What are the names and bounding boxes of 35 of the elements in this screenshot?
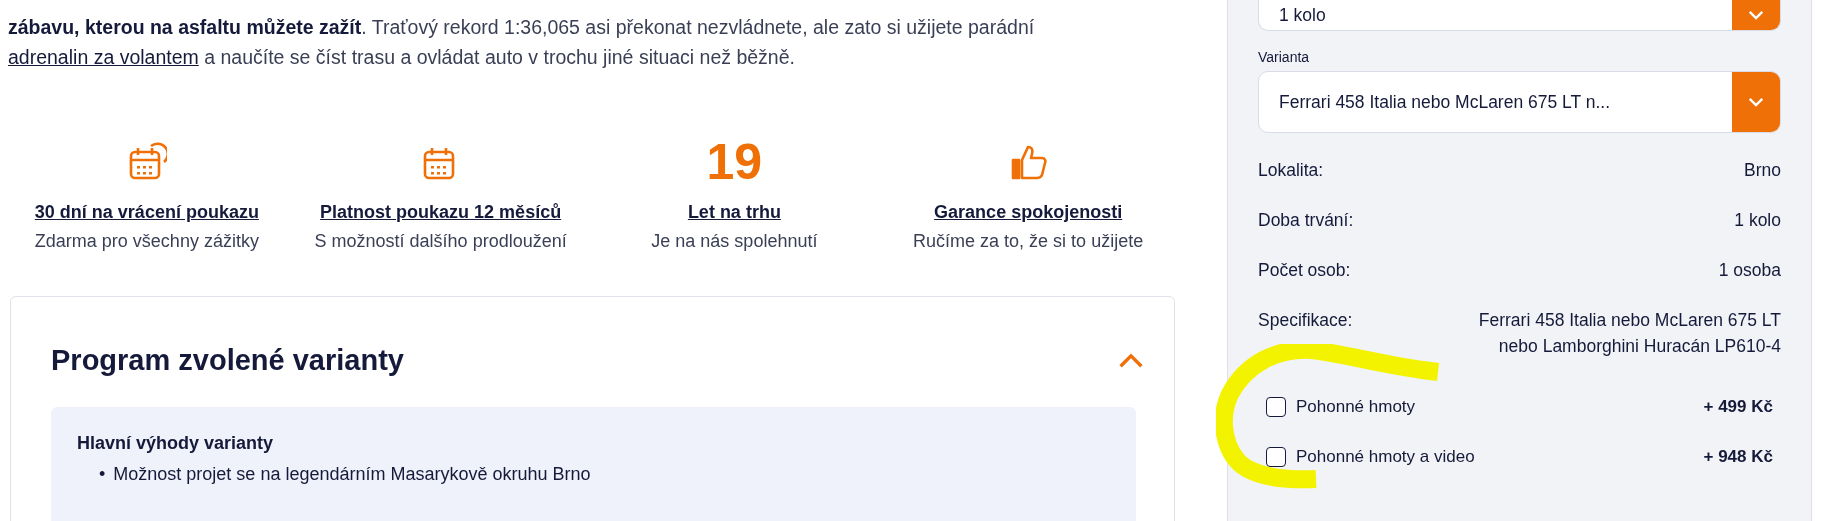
- feature-title-link[interactable]: 30 dní na vrácení poukazu: [34, 202, 259, 223]
- description-text: zábavu, kterou na asfaltu můžete zažít. Traťový rekord 1:36,065 asi překonat nezvládnete, ale zato si užijete parádní adrenalin za volantem a naučíte se číst trasu a ovládat auto v trochu jiné situaci než běžně.: [8, 15, 1036, 70]
- extra-label: Pohonné hmoty: [1296, 397, 1416, 417]
- detail-value: Brno: [1744, 159, 1781, 182]
- select-field[interactable]: 1 kolo: [1258, 0, 1781, 31]
- feature-title-link[interactable]: Let na trhu: [687, 202, 781, 223]
- select-label: Varianta: [1258, 49, 1311, 65]
- bullet-marker: •: [99, 463, 106, 486]
- years-number: 19: [706, 134, 763, 190]
- select-field[interactable]: Ferrari 458 Italia nebo McLaren 675 LT n...: [1258, 71, 1781, 133]
- feature-subtitle: Zdarma pro všechny zážitky: [34, 231, 259, 252]
- chevron-down-icon: [1747, 96, 1765, 108]
- feature-subtitle: S možností dalšího prodloužení: [314, 231, 567, 252]
- feature-title-link[interactable]: Platnost poukazu 12 měsíců: [320, 202, 562, 223]
- extra-price: + 948 Kč: [1703, 447, 1773, 467]
- detail-label: Specifikace:: [1258, 309, 1353, 332]
- checkbox[interactable]: [1266, 397, 1286, 417]
- benefit-item: Možnost projet se na legendárním Masarykově okruhu Brno: [113, 463, 591, 486]
- chevron-down-icon: [1747, 9, 1765, 21]
- collapse-icon: [1118, 352, 1144, 368]
- detail-label: Doba trvání:: [1258, 209, 1354, 232]
- extra-price: + 499 Kč: [1703, 397, 1773, 417]
- feature-subtitle: Je na nás spolehnutí: [651, 231, 818, 252]
- detail-label: Počet osob:: [1258, 259, 1351, 282]
- feature-title-link[interactable]: Garance spokojenosti: [934, 202, 1123, 223]
- detail-value: 1 osoba: [1718, 259, 1781, 282]
- detail-value: Ferrari 458 Italia nebo McLaren 675 LT nebo Lamborghini Huracán LP610-4: [1477, 309, 1781, 358]
- checkbox[interactable]: [1266, 447, 1286, 467]
- adrenalin-link[interactable]: adrenalin za volantem: [8, 46, 199, 68]
- benefits-title: Hlavní výhody varianty: [77, 433, 275, 454]
- feature-subtitle: Ručíme za to, že si to užijete: [913, 231, 1144, 252]
- detail-value: 1 kolo: [1734, 209, 1781, 232]
- extra-label: Pohonné hmoty a video: [1296, 447, 1475, 467]
- detail-label: Lokalita:: [1258, 159, 1324, 182]
- program-title: Program zvolené varianty: [51, 343, 404, 377]
